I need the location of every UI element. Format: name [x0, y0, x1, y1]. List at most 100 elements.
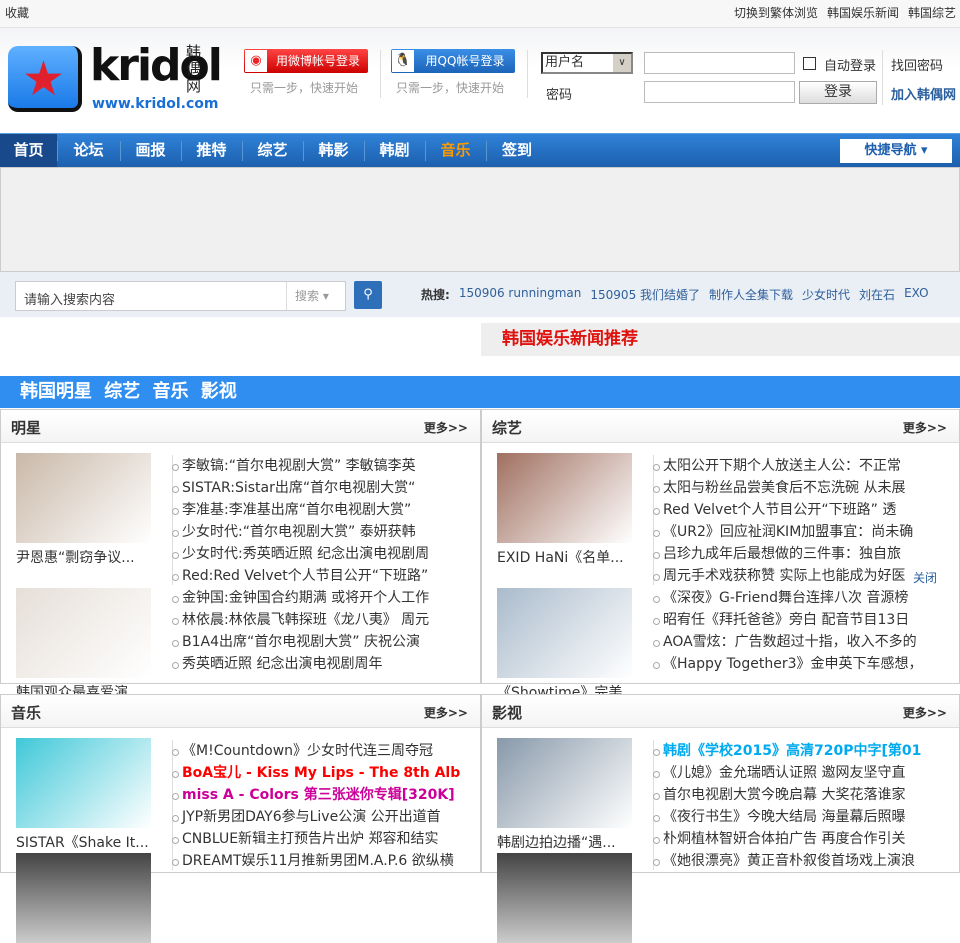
more-link[interactable]: 更多>>: [903, 419, 947, 436]
news-item[interactable]: 金钟国:金钟国合约期满 或将开个人工作: [172, 587, 429, 609]
thumb-item[interactable]: 尹恩惠“剽窃争议...: [16, 453, 151, 567]
thumb-image[interactable]: [497, 588, 632, 678]
category-bar: 韩国明星 综艺 音乐 影视: [0, 376, 960, 408]
news-item[interactable]: 首尔电视剧大赏今晚启幕 大奖花落谁家: [653, 784, 921, 806]
logo-icon[interactable]: ★: [8, 46, 82, 112]
register-link[interactable]: 加入韩偶网: [891, 84, 956, 103]
nav-item[interactable]: 韩影: [303, 134, 364, 168]
thumb-image[interactable]: [16, 588, 151, 678]
thumb-item[interactable]: 韩剧边拍边播“遇...: [497, 738, 632, 852]
traditional-link[interactable]: 切换到繁体浏览: [734, 0, 818, 27]
search-bar: 请输入搜索内容 搜索 ▾ ⚲ 热搜: 150906 runningman 150…: [0, 272, 960, 317]
news-item[interactable]: DREAMT娱乐11月推新男团M.A.P.6 欲纵横: [172, 850, 460, 872]
panel-title: 综艺: [492, 419, 523, 437]
more-link[interactable]: 更多>>: [424, 704, 468, 721]
nav-item[interactable]: 韩剧: [364, 134, 425, 168]
thumb-item[interactable]: EXID HaNi《名单...: [497, 453, 632, 567]
hot-link[interactable]: 制作人全集下载: [709, 286, 793, 303]
nav-item[interactable]: 签到: [486, 134, 548, 168]
news-item[interactable]: 少女时代:秀英晒近照 纪念出演电视剧周: [172, 543, 429, 565]
news-item[interactable]: 吕珍九成年后最想做的三件事：独自旅: [653, 543, 923, 565]
nav-item[interactable]: 推特: [181, 134, 242, 168]
news-item[interactable]: 《深夜》G-Friend舞台连摔八次 音源榜: [653, 587, 923, 609]
hot-link[interactable]: 刘在石: [859, 286, 895, 303]
news-item[interactable]: CNBLUE新辑主打预告片出炉 郑容和结实: [172, 828, 460, 850]
thumb-item[interactable]: SISTAR《Shake It...: [16, 738, 151, 852]
thumb-caption[interactable]: EXID HaNi《名单...: [497, 547, 632, 567]
news-link[interactable]: 韩国娱乐新闻: [827, 0, 899, 27]
news-item[interactable]: Red Velvet个人节目公开“下班路” 透: [653, 499, 923, 521]
panel-header: 影视 更多>>: [482, 695, 959, 728]
nav-item[interactable]: 论坛: [57, 134, 120, 168]
thumb-image[interactable]: [16, 853, 151, 943]
news-item[interactable]: B1A4出席“首尔电视剧大赏” 庆祝公演: [172, 631, 429, 653]
news-item[interactable]: 《儿媳》金允瑞晒认证照 邀网友坚守直: [653, 762, 921, 784]
thumb-image[interactable]: [497, 453, 632, 543]
nav-item[interactable]: 画报: [120, 134, 181, 168]
thumb-caption[interactable]: SISTAR《Shake It...: [16, 832, 151, 852]
auto-login-checkbox[interactable]: [803, 57, 816, 70]
hot-searches: 热搜: 150906 runningman 150905 我们结婚了 制作人全集…: [421, 286, 929, 303]
recommend-title: 韩国娱乐新闻推荐: [481, 323, 960, 356]
news-item[interactable]: miss A - Colors 第三张迷你专辑[320K]: [172, 784, 460, 806]
news-item[interactable]: JYP新男团DAY6参与Live公演 公开出道首: [172, 806, 460, 828]
logo-url: www.kridol.com: [92, 96, 219, 112]
news-item[interactable]: BoA宝儿 - Kiss My Lips - The 8th Alb: [172, 762, 460, 784]
thumb-caption[interactable]: 韩剧边拍边播“遇...: [497, 832, 632, 852]
more-link[interactable]: 更多>>: [424, 419, 468, 436]
thumb-image[interactable]: [16, 738, 151, 828]
search-button[interactable]: ⚲: [354, 281, 382, 309]
login-type-select[interactable]: 用户名 ∨: [541, 52, 633, 74]
quick-nav-button[interactable]: 快捷导航 ▾: [840, 139, 952, 163]
weibo-hint: 只需一步，快速开始: [250, 81, 359, 95]
news-item[interactable]: 《她很漂亮》黄正音朴叙俊首场戏上演浪: [653, 850, 921, 872]
search-type-select[interactable]: 搜索 ▾: [286, 282, 346, 310]
news-item[interactable]: 韩剧《学校2015》高清720P中字[第01: [653, 740, 921, 762]
news-item[interactable]: 《夜行书生》今晚大结局 海量幕后照曝: [653, 806, 921, 828]
password-input[interactable]: [644, 81, 795, 103]
news-item[interactable]: 《Happy Together3》金申英下车感想，: [653, 653, 923, 675]
variety-link[interactable]: 韩国综艺: [908, 0, 956, 27]
news-item[interactable]: 林依晨:林依晨飞韩探班《龙八夷》 周元: [172, 609, 429, 631]
hot-link[interactable]: 少女时代: [802, 286, 850, 303]
top-bar: 收藏 切换到繁体浏览 韩国娱乐新闻 韩国综艺: [0, 0, 960, 28]
thumb-item[interactable]: 韩国观众最喜爱演...: [16, 588, 151, 702]
qq-login-button[interactable]: 🐧 用QQ帐号登录: [391, 49, 515, 73]
nav-item[interactable]: 音乐: [425, 134, 486, 168]
news-item[interactable]: AOA雪炫：广告数超过十指，收入不多的: [653, 631, 923, 653]
panel-0: 明星 更多>> 尹恩惠“剽窃争议... 韩国观众最喜爱演... 李敏镐:“首尔电视剧大赏…: [0, 409, 481, 701]
close-float-button[interactable]: 关闭: [913, 569, 937, 586]
news-item[interactable]: 太阳与粉丝品尝美食后不忘洗碗 从未展: [653, 477, 923, 499]
news-item[interactable]: 少女时代:“首尔电视剧大赏” 泰妍获韩: [172, 521, 429, 543]
news-item[interactable]: Red:Red Velvet个人节目公开“下班路”: [172, 565, 429, 587]
nav-item[interactable]: 首页: [0, 134, 57, 168]
hot-link[interactable]: EXO: [904, 286, 928, 303]
news-item[interactable]: 朴炯植林智妍合体拍广告 再度合作引关: [653, 828, 921, 850]
more-link[interactable]: 更多>>: [903, 704, 947, 721]
nav-item[interactable]: 综艺: [242, 134, 303, 168]
hot-link[interactable]: 150906 runningman: [459, 286, 582, 303]
hot-link[interactable]: 150905 我们结婚了: [590, 286, 700, 303]
thumb-image[interactable]: [497, 738, 632, 828]
news-item[interactable]: 秀英晒近照 纪念出演电视剧周年: [172, 653, 429, 675]
thumb-caption[interactable]: 尹恩惠“剽窃争议...: [16, 547, 151, 567]
forgot-password-link[interactable]: 找回密码: [891, 55, 943, 74]
news-item[interactable]: SISTAR:Sistar出席“首尔电视剧大赏“: [172, 477, 429, 499]
news-item[interactable]: 周元手术戏获称赞 实际上也能成为好医: [653, 565, 923, 587]
news-item[interactable]: 李敏镐:“首尔电视剧大赏” 李敏镐李英: [172, 455, 429, 477]
favorite-link[interactable]: 收藏: [5, 0, 29, 27]
login-button[interactable]: 登录: [799, 81, 877, 104]
thumb-image[interactable]: [16, 453, 151, 543]
news-item[interactable]: 《M!Countdown》少女时代连三周夺冠: [172, 740, 460, 762]
thumb-image[interactable]: [497, 853, 632, 943]
news-item[interactable]: 昭宥任《拜托爸爸》旁白 配音节目13日: [653, 609, 923, 631]
search-input[interactable]: 请输入搜索内容: [24, 289, 115, 308]
weibo-login-button[interactable]: ◉ 用微博帐号登录: [244, 49, 368, 73]
username-input[interactable]: [644, 52, 795, 74]
news-item[interactable]: 《UR2》回应祉润KIM加盟事宜：尚未确: [653, 521, 923, 543]
panel-title: 音乐: [11, 704, 42, 722]
news-item[interactable]: 太阳公开下期个人放送主人公：不正常: [653, 455, 923, 477]
logo-cn: 韩偶网: [186, 43, 202, 95]
thumb-item[interactable]: 《Showtime》完美...: [497, 588, 636, 702]
news-item[interactable]: 李准基:李准基出席“首尔电视剧大赏”: [172, 499, 429, 521]
